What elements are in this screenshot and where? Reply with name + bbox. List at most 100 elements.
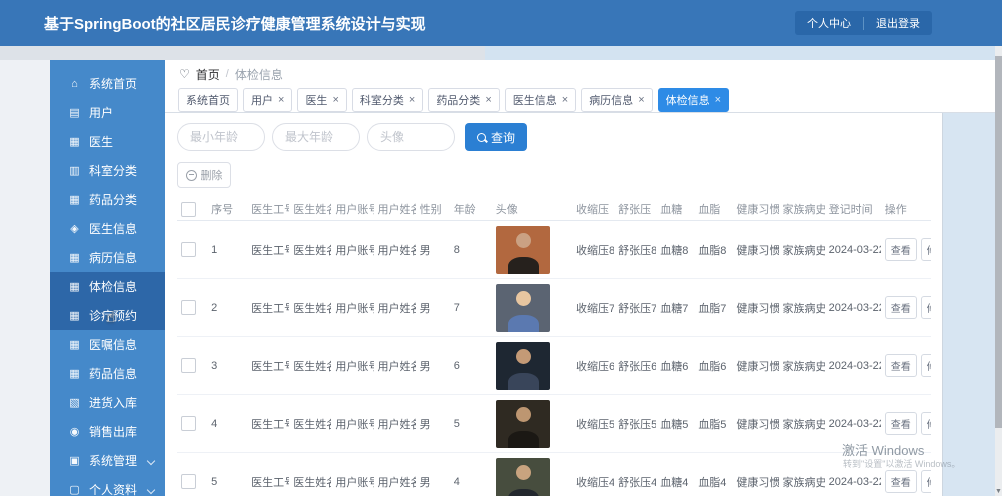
tab-系统首页[interactable]: 系统首页: [178, 88, 238, 112]
scrollbar-thumb[interactable]: [995, 56, 1002, 428]
cell-systolic: 收缩压7: [572, 278, 615, 337]
content-body: 查询 删除 序号医生工号医生姓名用户账号用户姓名性别年龄头像收缩压舒张压血糖血脂…: [165, 113, 996, 496]
view-button[interactable]: 查看: [884, 238, 917, 261]
sidebar-item-doctors[interactable]: ▦ 医生: [50, 127, 165, 156]
tab-用户[interactable]: 用户 ×: [243, 88, 293, 112]
close-icon[interactable]: ×: [278, 94, 284, 106]
sidebar-item-appointment[interactable]: ▦ 诊疗预约: [50, 301, 165, 330]
close-icon[interactable]: ×: [332, 94, 338, 106]
edit-button[interactable]: 修改: [920, 412, 931, 435]
sidebar-item-system-mgmt[interactable]: ▣ 系统管理: [50, 446, 165, 475]
avatar-input[interactable]: [367, 123, 455, 151]
close-icon[interactable]: ×: [638, 94, 644, 106]
view-button[interactable]: 查看: [884, 412, 917, 435]
sidebar-item-dept-category[interactable]: ▥ 科室分类: [50, 156, 165, 185]
tab-药品分类[interactable]: 药品分类 ×: [428, 88, 500, 112]
profile-center-button[interactable]: 个人中心: [795, 11, 863, 35]
cell-doctor-id: 医生工号8: [247, 220, 290, 279]
close-icon[interactable]: ×: [485, 94, 491, 106]
sidebar-item-medical-records[interactable]: ▦ 病历信息: [50, 243, 165, 272]
cell-age: 5: [449, 394, 492, 453]
sidebar-item-label: 系统管理: [89, 454, 138, 468]
tab-病历信息[interactable]: 病历信息 ×: [581, 88, 653, 112]
sidebar-item-label: 医嘱信息: [89, 338, 138, 352]
scrollbar-down-arrow[interactable]: ▼: [995, 487, 1002, 496]
tab-体检信息[interactable]: 体检信息 ×: [657, 88, 730, 112]
cell-user-name: 用户姓名4: [373, 452, 416, 496]
cell-doctor-id: 医生工号5: [247, 394, 290, 453]
tab-label: 医生信息: [512, 95, 557, 107]
main-content: ♡ 首页 / 体检信息 系统首页 用户 × 医生 × 科室分类 × 药品分类 × 医生信息 × 病历信…: [165, 60, 996, 496]
cell-gender: 男: [415, 452, 450, 496]
cell-family-history: 家族病史4: [778, 452, 825, 496]
sidebar-item-label: 系统首页: [89, 77, 138, 91]
view-button[interactable]: 查看: [884, 470, 917, 493]
edit-button[interactable]: 修改: [920, 470, 931, 493]
cell-doctor-id: 医生工号7: [247, 278, 290, 337]
doc-icon: ▢: [69, 484, 80, 496]
sidebar-item-label: 销售出库: [89, 425, 138, 439]
cell-diastolic: 舒张压5: [614, 394, 657, 453]
sidebar-item-sales-out[interactable]: ◉ 销售出库: [50, 417, 165, 446]
tab-医生信息[interactable]: 医生信息 ×: [504, 88, 577, 112]
close-icon[interactable]: ×: [715, 94, 721, 106]
sidebar-item-doctor-info[interactable]: ◈ 医生信息: [50, 214, 165, 243]
column-header: 医生姓名: [289, 198, 332, 221]
sidebar-item-label: 病历信息: [89, 251, 138, 265]
view-button[interactable]: 查看: [884, 354, 917, 377]
grid-icon: ▦: [69, 252, 80, 264]
tab-医生[interactable]: 医生 ×: [297, 88, 347, 112]
column-header: 年龄: [449, 198, 492, 221]
cell-gender: 男: [415, 394, 450, 453]
query-button-label: 查询: [490, 130, 515, 145]
cell-systolic: 收缩压8: [572, 220, 615, 279]
edit-button[interactable]: 修改: [920, 296, 931, 319]
sidebar-item-medical-orders[interactable]: ▦ 医嘱信息: [50, 330, 165, 359]
row-checkbox[interactable]: [181, 242, 196, 257]
sidebar-item-users[interactable]: ▤ 用户: [50, 98, 165, 127]
top-strip: [0, 46, 1002, 60]
column-header: 血脂: [694, 198, 733, 221]
logout-button[interactable]: 退出登录: [864, 11, 932, 35]
row-checkbox[interactable]: [181, 416, 196, 431]
tab-科室分类[interactable]: 科室分类 ×: [351, 88, 424, 112]
sidebar-item-home[interactable]: ⌂ 系统首页: [50, 69, 165, 98]
table-row: 2医生工号7医生姓名7用户账号7用户姓名7男7 收缩压7舒张压7血糖7血脂7健康…: [177, 278, 931, 337]
delete-button[interactable]: 删除: [177, 162, 231, 188]
sidebar-item-profile[interactable]: ▢ 个人资料: [50, 475, 165, 496]
close-icon[interactable]: ×: [409, 94, 415, 106]
cell-blood-lipid: 血脂5: [694, 394, 733, 453]
cell-index: 3: [207, 336, 248, 395]
cell-blood-sugar: 血糖6: [656, 336, 695, 395]
select-all-checkbox[interactable]: [181, 201, 196, 217]
column-header: 血糖: [656, 198, 695, 221]
row-checkbox[interactable]: [181, 358, 196, 373]
row-checkbox[interactable]: [181, 474, 196, 489]
column-header: 头像: [491, 198, 572, 221]
query-button[interactable]: 查询: [465, 123, 527, 151]
page-title: 基于SpringBoot的社区居民诊疗健康管理系统设计与实现: [44, 15, 426, 33]
close-icon[interactable]: ×: [562, 94, 568, 106]
cell-index: 1: [207, 220, 248, 279]
vertical-scrollbar[interactable]: ▼: [995, 46, 1002, 496]
app-header: 基于SpringBoot的社区居民诊疗健康管理系统设计与实现 个人中心 退出登录: [0, 0, 1002, 46]
max-age-input[interactable]: [272, 123, 360, 151]
sidebar-item-stock-in[interactable]: ▧ 进货入库: [50, 388, 165, 417]
row-checkbox[interactable]: [181, 300, 196, 315]
sidebar-item-drug-category[interactable]: ▦ 药品分类: [50, 185, 165, 214]
sidebar-item-drug-info[interactable]: ▦ 药品信息: [50, 359, 165, 388]
cell-blood-sugar: 血糖8: [656, 220, 695, 279]
cell-index: 5: [207, 452, 248, 496]
min-age-input[interactable]: [177, 123, 265, 151]
cell-user-account: 用户账号4: [331, 452, 374, 496]
view-button[interactable]: 查看: [884, 296, 917, 319]
edit-button[interactable]: 修改: [920, 238, 931, 261]
cell-user-account: 用户账号6: [331, 336, 374, 395]
sidebar-item-physical-exam[interactable]: ▦ 体检信息: [50, 272, 165, 301]
cell-blood-sugar: 血糖7: [656, 278, 695, 337]
sidebar-item-label: 药品分类: [89, 193, 138, 207]
breadcrumb-home[interactable]: 首页: [196, 66, 220, 83]
edit-button[interactable]: 修改: [920, 354, 931, 377]
breadcrumb: ♡ 首页 / 体检信息: [165, 60, 996, 88]
grid-icon: ▦: [69, 368, 80, 380]
